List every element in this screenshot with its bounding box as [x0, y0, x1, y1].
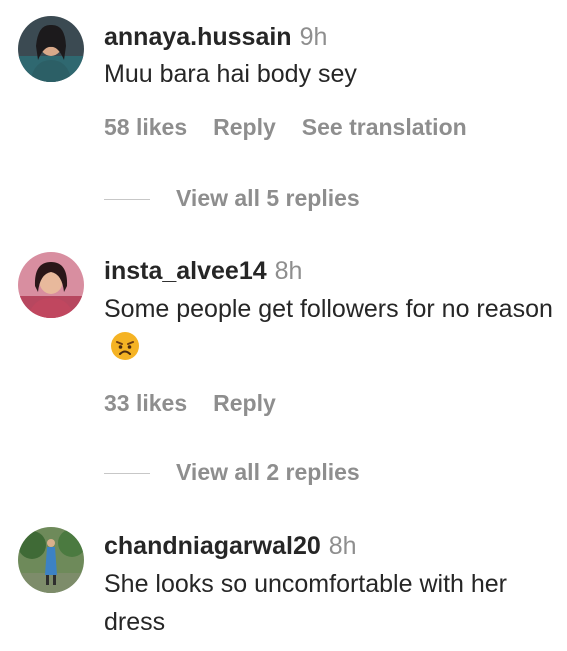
view-replies[interactable]: View all 2 replies [104, 458, 360, 486]
view-replies-label[interactable]: View all 2 replies [176, 459, 360, 485]
angry-face-emoji-icon [110, 331, 140, 361]
reply-button[interactable]: Reply [213, 390, 276, 416]
avatar[interactable] [18, 252, 84, 318]
timestamp: 9h [299, 23, 328, 51]
see-translation-button[interactable]: See translation [302, 114, 467, 140]
view-replies[interactable]: View all 5 replies [104, 184, 360, 212]
comment-actions: 33 likes Reply [104, 389, 302, 417]
replies-divider [104, 473, 150, 475]
timestamp: 8h [274, 257, 303, 285]
avatar[interactable] [18, 527, 84, 593]
comment-header: annaya.hussain 9h [104, 22, 327, 52]
comment-text: Muu bara hai body sey [104, 60, 357, 88]
reply-button[interactable]: Reply [213, 114, 276, 140]
likes-count[interactable]: 58 likes [104, 114, 187, 140]
comment-text-body: Some people get followers for no reason [104, 295, 553, 323]
comment-actions: 58 likes Reply See translation [104, 113, 493, 141]
username[interactable]: annaya.hussain [104, 23, 292, 51]
comment-header: chandniagarwal20 8h [104, 531, 357, 561]
comment-text: She looks so uncomfortable with her dres… [104, 570, 507, 636]
username[interactable]: insta_alvee14 [104, 257, 267, 285]
avatar[interactable] [18, 16, 84, 82]
username[interactable]: chandniagarwal20 [104, 532, 321, 560]
comment-text: Some people get followers for no reason [104, 290, 554, 366]
comment-header: insta_alvee14 8h [104, 256, 302, 286]
likes-count[interactable]: 33 likes [104, 390, 187, 416]
comment-item: annaya.hussain 9h Muu bara hai body sey 5… [0, 0, 567, 230]
replies-divider [104, 199, 150, 201]
timestamp: 8h [328, 532, 357, 560]
view-replies-label[interactable]: View all 5 replies [176, 185, 360, 211]
